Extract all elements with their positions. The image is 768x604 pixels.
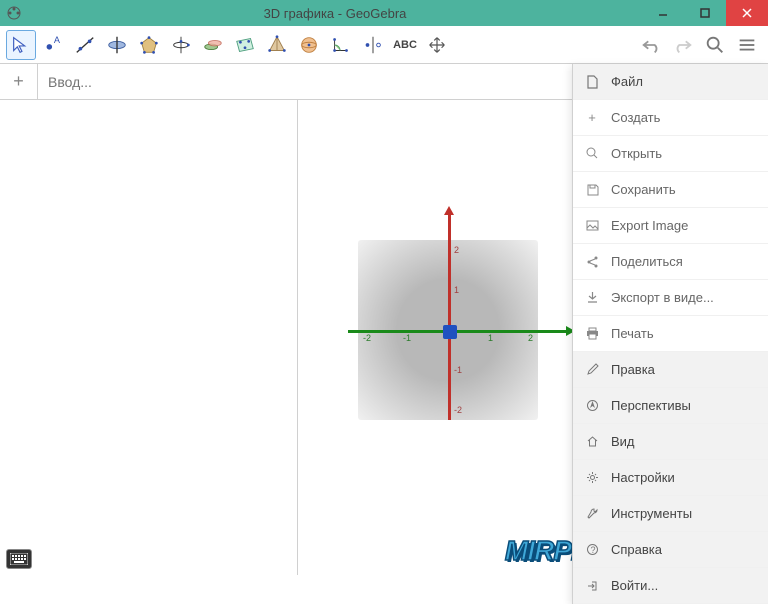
menu-help[interactable]: ? Справка	[573, 532, 768, 568]
menu-file[interactable]: Файл	[573, 64, 768, 100]
menu-label: Справка	[611, 542, 662, 557]
file-icon	[583, 75, 601, 89]
redo-button[interactable]	[668, 30, 698, 60]
plus-icon: +	[583, 110, 601, 125]
image-icon	[583, 219, 601, 232]
menu-label: Export Image	[611, 218, 688, 233]
add-input-button[interactable]: +	[0, 64, 38, 99]
maximize-button[interactable]	[684, 0, 726, 26]
menu-tools[interactable]: Инструменты	[573, 496, 768, 532]
axis-tick: 1	[454, 285, 459, 295]
menu-perspectives[interactable]: Перспективы	[573, 388, 768, 424]
toolbar: A ABC	[0, 26, 768, 64]
search-icon	[583, 147, 601, 160]
close-button[interactable]	[726, 0, 768, 26]
window-controls	[642, 0, 768, 26]
menu-label: Экспорт в виде...	[611, 290, 714, 305]
x-axis	[348, 330, 568, 333]
menu-create[interactable]: + Создать	[573, 100, 768, 136]
axis-tick: -2	[363, 333, 371, 343]
share-icon	[583, 255, 601, 268]
axis-tick: 2	[528, 333, 533, 343]
menu-edit[interactable]: Правка	[573, 352, 768, 388]
main-menu: Файл + Создать Открыть Сохранить Export I…	[572, 64, 768, 604]
menu-open[interactable]: Открыть	[573, 136, 768, 172]
menu-label: Открыть	[611, 146, 662, 161]
menu-label: Войти...	[611, 578, 658, 593]
wrench-icon	[583, 507, 601, 520]
home-icon	[583, 435, 601, 448]
menu-label: Инструменты	[611, 506, 692, 521]
login-icon	[583, 579, 601, 592]
tool-pyramid[interactable]	[262, 30, 292, 60]
menu-login[interactable]: Войти...	[573, 568, 768, 604]
print-icon	[583, 327, 601, 340]
menu-export-as[interactable]: Экспорт в виде...	[573, 280, 768, 316]
menu-settings[interactable]: Настройки	[573, 460, 768, 496]
undo-button[interactable]	[636, 30, 666, 60]
menu-label: Перспективы	[611, 398, 691, 413]
tool-plane3points[interactable]	[230, 30, 260, 60]
virtual-keyboard-button[interactable]	[6, 549, 32, 569]
pencil-icon	[583, 363, 601, 376]
y-axis	[448, 210, 451, 420]
download-icon	[583, 291, 601, 304]
tool-sphere[interactable]	[294, 30, 324, 60]
tool-polygon[interactable]	[134, 30, 164, 60]
menu-label: Правка	[611, 362, 655, 377]
axis-tick: -1	[454, 365, 462, 375]
tool-intersect-surfaces[interactable]	[198, 30, 228, 60]
titlebar: 3D графика - GeoGebra	[0, 0, 768, 26]
menu-label: Вид	[611, 434, 635, 449]
compass-icon	[583, 399, 601, 412]
hamburger-menu-button[interactable]	[732, 30, 762, 60]
search-button[interactable]	[700, 30, 730, 60]
tool-circleaxis[interactable]	[166, 30, 196, 60]
menu-label: Настройки	[611, 470, 675, 485]
y-arrow-icon	[444, 206, 454, 215]
tool-text[interactable]: ABC	[390, 30, 420, 60]
menu-share[interactable]: Поделиться	[573, 244, 768, 280]
menu-export-image[interactable]: Export Image	[573, 208, 768, 244]
menu-label: Сохранить	[611, 182, 676, 197]
menu-view[interactable]: Вид	[573, 424, 768, 460]
axis-tick: -1	[403, 333, 411, 343]
help-icon: ?	[583, 543, 601, 556]
app-icon	[6, 5, 22, 21]
save-icon	[583, 183, 601, 196]
axis-tick: -2	[454, 405, 462, 415]
tool-move[interactable]	[6, 30, 36, 60]
svg-text:?: ?	[590, 545, 595, 555]
menu-label: Создать	[611, 110, 660, 125]
window-title: 3D графика - GeoGebra	[28, 6, 642, 21]
menu-print[interactable]: Печать	[573, 316, 768, 352]
tool-line[interactable]	[70, 30, 100, 60]
svg-text:A: A	[54, 35, 61, 45]
coordinate-system: 1 2 -1 -2 1 2 -1 -2	[348, 230, 548, 430]
gear-icon	[583, 471, 601, 484]
menu-save[interactable]: Сохранить	[573, 172, 768, 208]
tool-perpplane[interactable]	[102, 30, 132, 60]
tool-reflect[interactable]	[358, 30, 388, 60]
tool-point[interactable]: A	[38, 30, 68, 60]
axis-tick: 2	[454, 245, 459, 255]
menu-label: Поделиться	[611, 254, 683, 269]
menu-label: Печать	[611, 326, 654, 341]
minimize-button[interactable]	[642, 0, 684, 26]
axis-tick: 1	[488, 333, 493, 343]
tool-angle[interactable]	[326, 30, 356, 60]
origin-point	[443, 325, 457, 339]
tool-moveview[interactable]	[422, 30, 452, 60]
algebra-panel[interactable]	[0, 100, 298, 575]
menu-label: Файл	[611, 74, 643, 89]
